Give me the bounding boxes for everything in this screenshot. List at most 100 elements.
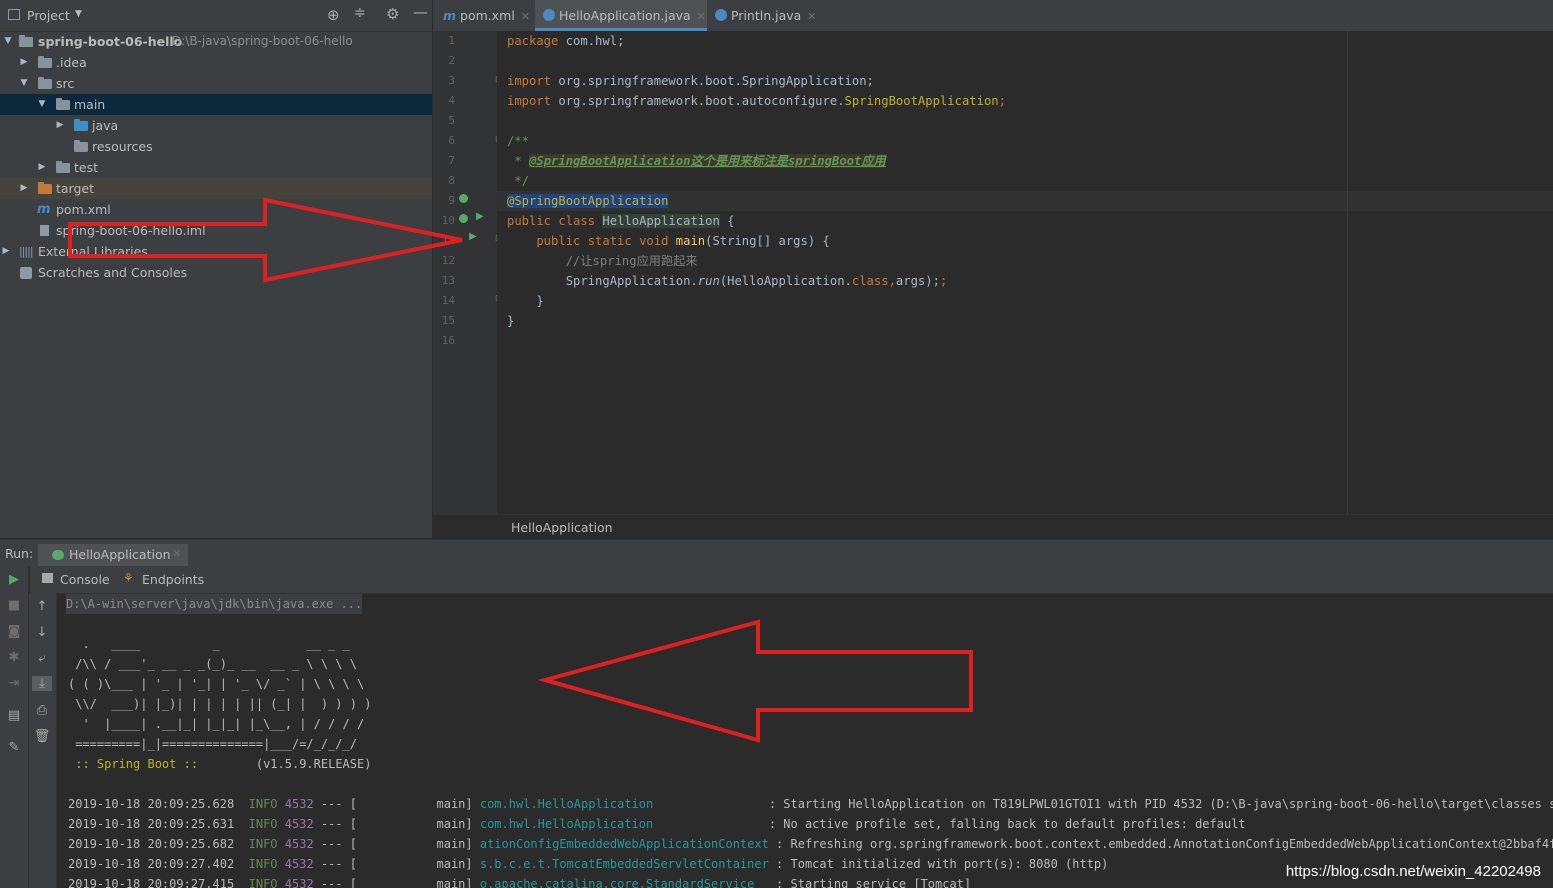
run-panel-header: Run: HelloApplication ✕ <box>0 539 1553 567</box>
chevron-right-icon[interactable]: ▶ <box>18 52 30 73</box>
tab-console[interactable]: Console <box>60 572 110 587</box>
run-toolbar-left: ▶ ■ ◙ ✱ ⇥ ▤ ✎ <box>0 566 29 888</box>
line-number: 11 <box>441 234 455 247</box>
spring-bean-icon[interactable] <box>459 214 468 223</box>
line-number: 5 <box>448 114 455 127</box>
chevron-down-icon[interactable]: ▼ <box>18 73 30 94</box>
line-number: 6 <box>448 134 455 147</box>
debug-icon[interactable]: ✱ <box>4 650 24 665</box>
chevron-right-icon[interactable]: ▶ <box>36 157 48 178</box>
print-icon[interactable]: ⎙ <box>32 703 52 718</box>
tab-println[interactable]: Println.java ✕ <box>713 0 823 31</box>
tree-item-label: Scratches and Consoles <box>38 265 188 280</box>
tab-pom-xml[interactable]: m pom.xml ✕ <box>433 0 533 31</box>
tree-item-test[interactable]: ▶ test <box>0 157 432 178</box>
tree-item-scratches[interactable]: Scratches and Consoles <box>0 262 432 283</box>
tree-item-label: resources <box>92 139 153 154</box>
exit-icon[interactable]: ⇥ <box>4 676 24 691</box>
line-number: 13 <box>441 274 455 287</box>
arrow-down-icon[interactable]: ↓ <box>32 625 52 640</box>
gear-icon[interactable]: ⚙ <box>386 5 399 23</box>
banner-version-line: :: Spring Boot :: (v1.5.9.RELEASE) <box>68 757 372 771</box>
code-line: import org.springframework.boot.SpringAp… <box>507 74 874 88</box>
tree-item-label: target <box>56 181 95 196</box>
folder-icon <box>38 77 52 89</box>
class-icon <box>715 9 727 21</box>
line-number: 12 <box>441 254 455 267</box>
banner-line: =========|_|==============|___/=/_/_/_/ <box>68 737 357 751</box>
breadcrumb-item[interactable]: HelloApplication <box>511 520 613 535</box>
excluded-folder-icon <box>38 182 52 194</box>
scroll-to-end-icon[interactable]: ⤓ <box>32 676 52 691</box>
locate-icon[interactable]: ⊕ <box>327 6 340 24</box>
run-config-name: HelloApplication <box>69 547 171 562</box>
chevron-right-icon[interactable]: ▶ <box>0 241 12 262</box>
resources-folder-icon <box>74 140 88 152</box>
spring-bean-icon[interactable] <box>459 194 468 203</box>
spring-class-icon <box>543 9 555 21</box>
console-command-line[interactable]: D:\A-win\server\java\jdk\bin\java.exe ..… <box>66 594 363 614</box>
tree-item-main[interactable]: ▼ main <box>0 94 432 115</box>
chevron-down-icon[interactable]: ▼ <box>2 31 14 52</box>
camera-icon[interactable]: ◙ <box>4 624 24 639</box>
trash-icon[interactable]: 🗑 <box>32 729 52 744</box>
tree-item-java[interactable]: ▶ java <box>0 115 432 136</box>
tree-item-path: D:\B-java\spring-boot-06-hello <box>172 34 353 48</box>
chevron-down-icon[interactable]: ▼ <box>36 94 48 115</box>
close-icon[interactable]: ✕ <box>172 547 181 560</box>
close-icon[interactable]: ✕ <box>697 10 706 23</box>
stop-icon[interactable]: ■ <box>4 598 24 613</box>
line-number: 7 <box>448 154 455 167</box>
tab-hello-application[interactable]: HelloApplication.java ✕ <box>535 0 707 31</box>
tree-item-label: java <box>92 118 119 133</box>
tree-item-project-root[interactable]: ▼ spring-boot-06-hello D:\B-java\spring-… <box>0 31 432 52</box>
chevron-right-icon[interactable]: ▶ <box>18 178 30 199</box>
line-number: 14 <box>441 294 455 307</box>
soft-wrap-icon[interactable]: ⤶ <box>32 651 52 666</box>
layout-icon[interactable]: ▤ <box>4 708 24 723</box>
arrow-up-icon[interactable]: ↑ <box>32 599 52 614</box>
run-subtabs: Console ⚘ Endpoints <box>30 566 1553 594</box>
tab-label: HelloApplication.java <box>558 8 691 23</box>
code-line: } <box>507 294 544 308</box>
project-panel: Project ▼ ⊕ ≑ ⚙ — ▼ spring-boot-06-hello… <box>0 0 432 538</box>
tree-item-src[interactable]: ▼ src <box>0 73 432 94</box>
pin-icon[interactable]: ✎ <box>4 740 24 755</box>
console-output[interactable]: D:\A-win\server\java\jdk\bin\java.exe ..… <box>57 594 1553 888</box>
code-editor[interactable]: package com.hwl; import org.springframew… <box>497 31 1553 514</box>
tree-item-label: test <box>74 160 99 175</box>
tree-item-target[interactable]: ▶ target <box>0 178 432 199</box>
tree-item-external-libraries[interactable]: ▶ ||||| External Libraries <box>0 241 432 262</box>
log-line: 2019-10-18 20:09:25.631 INFO 4532 --- [ … <box>68 817 1246 831</box>
hide-panel-icon[interactable]: — <box>413 3 428 21</box>
run-gutter-icon[interactable]: ▶ <box>469 231 477 242</box>
log-line: 2019-10-18 20:09:27.402 INFO 4532 --- [ … <box>68 857 1109 871</box>
banner-line: ' |____| .__|_| |_|_| |_\__, | / / / / <box>68 717 365 731</box>
chevron-down-icon[interactable]: ▼ <box>75 9 82 19</box>
close-icon[interactable]: ✕ <box>521 10 530 23</box>
rerun-icon[interactable]: ▶ <box>4 572 24 587</box>
run-gutter-icon[interactable]: ▶ <box>476 211 484 222</box>
tree-item-resources[interactable]: resources <box>0 136 432 157</box>
line-number: 9 <box>448 194 455 207</box>
folder-icon <box>56 161 70 173</box>
editor-gutter: 12345678910111213141516 ▶ ▶ ⊟ ⊟ ⊟ ⊟ <box>433 31 503 514</box>
code-line: /** <box>507 134 530 148</box>
console-toolbar: ↑ ↓ ⤶ ⤓ ⎙ 🗑 <box>29 593 57 888</box>
log-line: 2019-10-18 20:09:25.628 INFO 4532 --- [ … <box>68 797 1553 811</box>
close-icon[interactable]: ✕ <box>807 10 816 23</box>
tree-item-idea[interactable]: ▶ .idea <box>0 52 432 73</box>
maven-icon: m <box>37 202 51 217</box>
code-line: */ <box>507 174 530 188</box>
folder-icon <box>56 98 70 110</box>
tab-label: Println.java <box>730 8 802 23</box>
line-number: 1 <box>448 34 455 47</box>
project-view-title[interactable]: Project <box>27 8 70 23</box>
collapse-all-icon[interactable]: ≑ <box>354 5 366 21</box>
tab-endpoints[interactable]: Endpoints <box>142 572 204 587</box>
tree-item-label: src <box>56 76 75 91</box>
run-config-tab[interactable]: HelloApplication ✕ <box>38 544 188 566</box>
tree-item-pom[interactable]: m pom.xml <box>0 199 432 220</box>
chevron-right-icon[interactable]: ▶ <box>54 115 66 136</box>
tree-item-iml[interactable]: spring-boot-06-hello.iml <box>0 220 432 241</box>
